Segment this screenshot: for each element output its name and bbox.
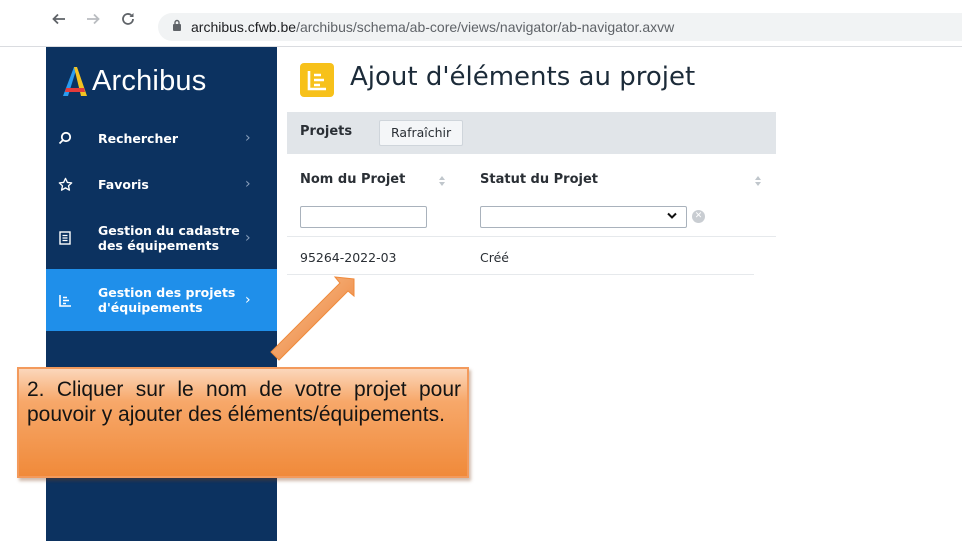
callout-text: 2. Cliquer sur le nom de votre projet po… <box>27 378 461 426</box>
instruction-callout: 2. Cliquer sur le nom de votre projet po… <box>17 367 469 478</box>
